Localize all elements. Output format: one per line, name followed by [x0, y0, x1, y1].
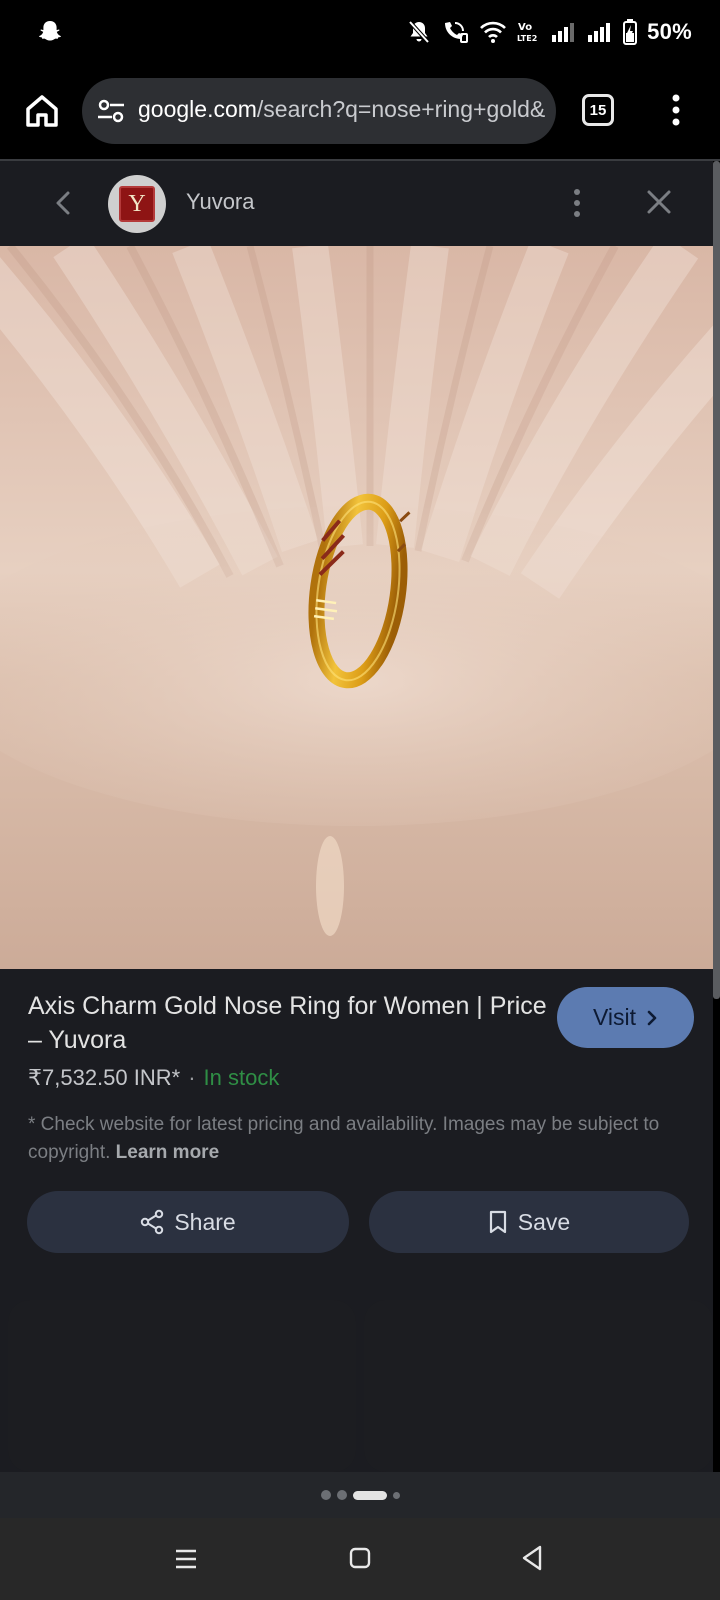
page-dot-active — [352, 1490, 387, 1500]
url-path: /search?q=nose+ring+gold& — [256, 96, 546, 122]
image-panel-header: Y Yuvora — [0, 161, 713, 246]
wifi-icon — [480, 21, 506, 43]
svg-text:Vo: Vo — [518, 22, 532, 33]
page-dot — [336, 1490, 347, 1500]
related-result-card[interactable] — [8, 1300, 356, 1472]
learn-more-link[interactable]: Learn more — [116, 1142, 219, 1163]
volte-icon: Vo LTE2 — [517, 22, 537, 43]
recents-icon[interactable] — [174, 1548, 198, 1570]
price-separator: · — [188, 1065, 196, 1090]
back-icon[interactable] — [520, 1544, 544, 1572]
page-indicator — [0, 1472, 720, 1518]
svg-text:LTE2: LTE2 — [517, 34, 537, 43]
system-nav-bar — [0, 1518, 720, 1600]
browser-toolbar: google.com/search?q=nose+ring+gold& 15 — [0, 64, 720, 160]
visit-label: Visit — [592, 1004, 637, 1030]
source-name[interactable]: Yuvora — [186, 189, 255, 215]
address-bar[interactable]: google.com/search?q=nose+ring+gold& — [82, 78, 556, 144]
disclaimer: * Check website for latest pricing and a… — [28, 1111, 698, 1167]
product-image[interactable] — [0, 246, 713, 969]
site-settings-icon[interactable] — [96, 97, 126, 125]
tab-switcher-button[interactable]: 15 — [582, 94, 614, 126]
home-icon[interactable] — [22, 91, 62, 131]
chevron-right-icon — [647, 1010, 657, 1025]
home-nav-icon[interactable] — [349, 1547, 371, 1569]
mute-icon — [408, 20, 430, 44]
page-dot — [392, 1491, 400, 1499]
snapchat-icon — [38, 21, 62, 41]
status-bar: Vo LTE2 50% — [0, 0, 720, 64]
wifi-calling-icon — [445, 22, 469, 43]
battery-percentage: 50% — [647, 19, 692, 44]
page-dot — [320, 1490, 331, 1500]
url-host: google.com — [138, 96, 257, 122]
share-label: Share — [174, 1208, 236, 1235]
save-label: Save — [517, 1208, 571, 1235]
source-logo-mark: Y — [119, 186, 155, 222]
source-logo[interactable]: Y — [108, 175, 166, 233]
product-price: ₹7,532.50 INR* — [28, 1065, 181, 1090]
signal-icon — [588, 23, 611, 42]
battery-charging-icon — [623, 19, 638, 45]
product-title[interactable]: Axis Charm Gold Nose Ring for Women | Pr… — [28, 989, 548, 1057]
more-options-icon[interactable] — [666, 90, 686, 130]
save-button[interactable]: Save — [369, 1191, 689, 1253]
share-button[interactable]: Share — [27, 1191, 349, 1253]
stock-status: In stock — [203, 1065, 280, 1090]
visit-button[interactable]: Visit — [557, 987, 694, 1048]
price-row: ₹7,532.50 INR* · In stock — [28, 1065, 279, 1091]
url-text[interactable]: google.com/search?q=nose+ring+gold& — [138, 96, 545, 123]
scrollbar[interactable] — [713, 161, 720, 999]
close-icon[interactable] — [644, 187, 674, 217]
related-result-card[interactable] — [364, 1300, 713, 1472]
signal-icon — [552, 23, 575, 42]
bookmark-icon — [489, 1210, 506, 1234]
more-vert-icon[interactable] — [566, 185, 588, 221]
chevron-left-icon[interactable] — [46, 183, 80, 223]
share-icon — [141, 1209, 164, 1235]
